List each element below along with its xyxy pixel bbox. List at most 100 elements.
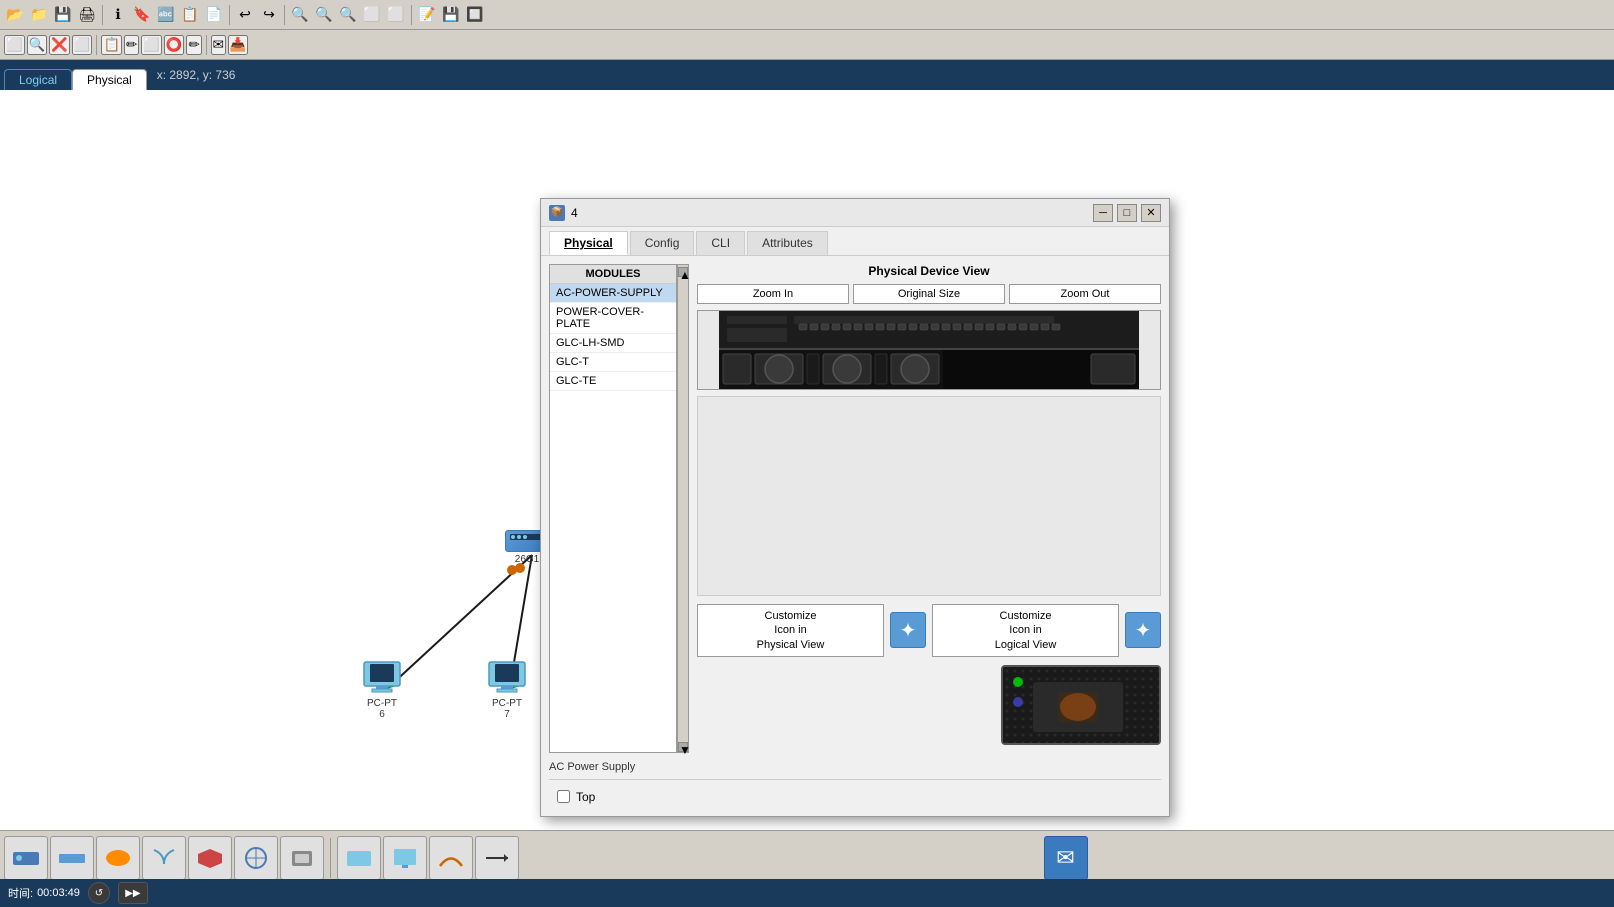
modal-footer: AC Power Supply Top xyxy=(541,761,1169,816)
time-value: 00:03:49 xyxy=(37,887,80,899)
palette-hubs[interactable] xyxy=(96,836,140,880)
device-empty-area xyxy=(697,396,1161,596)
customize-physical-icon[interactable]: ✦ xyxy=(890,612,926,648)
pc6-num: 6 xyxy=(379,709,385,720)
module-glc-t[interactable]: GLC-T xyxy=(550,353,676,372)
device-palette xyxy=(4,836,519,880)
modal-tab-cli[interactable]: CLI xyxy=(696,231,745,255)
zoom-out-btn[interactable]: Zoom Out xyxy=(1009,284,1161,304)
palette-security[interactable] xyxy=(188,836,232,880)
modal-minimize[interactable]: ─ xyxy=(1093,204,1113,222)
customize-logical-icon[interactable]: ✦ xyxy=(1125,612,1161,648)
sep1 xyxy=(102,5,103,25)
zoom-in-btn[interactable]: Zoom In xyxy=(697,284,849,304)
tb-zoom-in[interactable]: 🔍 xyxy=(289,4,311,26)
tb-copy[interactable]: 📋 xyxy=(179,4,201,26)
time-label: 时间: xyxy=(8,885,33,901)
modal-controls: ─ □ ✕ xyxy=(1093,204,1161,222)
tb-bookmark[interactable]: 🔖 xyxy=(131,4,153,26)
module-label: AC Power Supply xyxy=(549,761,1161,773)
modules-panel: MODULES AC-POWER-SUPPLY POWER-COVER-PLAT… xyxy=(549,264,677,753)
tb-info[interactable]: ℹ xyxy=(107,4,129,26)
tb-undo[interactable]: ↩ xyxy=(234,4,256,26)
palette-connections[interactable] xyxy=(475,836,519,880)
modules-header: MODULES xyxy=(550,265,676,284)
scroll-up[interactable]: ▲ xyxy=(678,267,688,277)
tb2-note[interactable]: 📋 xyxy=(101,35,122,55)
modal-body: MODULES AC-POWER-SUPPLY POWER-COVER-PLAT… xyxy=(541,256,1169,761)
module-glc-te[interactable]: GLC-TE xyxy=(550,372,676,391)
palette-wireless[interactable] xyxy=(142,836,186,880)
pc7-label: PC-PT xyxy=(492,698,522,709)
modal-maximize[interactable]: □ xyxy=(1117,204,1137,222)
tb-save[interactable]: 💾 xyxy=(52,4,74,26)
tb2-select[interactable]: ⬜ xyxy=(4,35,25,55)
tb2-pen[interactable]: ✏ xyxy=(186,35,201,55)
canvas-wrapper[interactable]: 26G1 PC-PT 6 xyxy=(0,90,1614,830)
tb-note[interactable]: 📝 xyxy=(416,4,438,26)
time-reset-btn[interactable]: ↺ xyxy=(88,882,110,904)
device-svg xyxy=(719,310,1139,390)
device-pc6[interactable]: PC-PT 6 xyxy=(362,660,402,720)
status-bar: 时间: 00:03:49 ↺ ▶▶ xyxy=(0,879,1614,907)
device-panel-title: Physical Device View xyxy=(697,264,1161,278)
modal-tabs: Physical Config CLI Attributes xyxy=(541,227,1169,256)
sep6 xyxy=(206,35,207,55)
tb2-search[interactable]: 🔍 xyxy=(27,35,48,55)
device-pc7[interactable]: PC-PT 7 xyxy=(487,660,527,720)
sep2 xyxy=(229,5,230,25)
palette-cables[interactable] xyxy=(429,836,473,880)
module-ac-power[interactable]: AC-POWER-SUPPLY xyxy=(550,284,676,303)
original-size-btn[interactable]: Original Size xyxy=(853,284,1005,304)
tb-redo[interactable]: ↪ xyxy=(258,4,280,26)
modal-tab-config[interactable]: Config xyxy=(630,231,695,255)
tb2-rect3[interactable]: ⬜ xyxy=(141,35,162,55)
tab-physical[interactable]: Physical xyxy=(72,69,147,90)
tb2-email[interactable]: ✉ xyxy=(211,35,226,55)
bottom-toolbar: ✉ xyxy=(0,830,1614,885)
tb-open[interactable]: 📁 xyxy=(28,4,50,26)
modal-icon: 📦 xyxy=(549,205,565,221)
tb-text[interactable]: 🔤 xyxy=(155,4,177,26)
palette-routers[interactable] xyxy=(4,836,48,880)
modal-tab-attributes[interactable]: Attributes xyxy=(747,231,828,255)
tb-zoom-out[interactable]: 🔍 xyxy=(337,4,359,26)
tb-save2[interactable]: 💾 xyxy=(440,4,462,26)
tb-print[interactable]: 🖨 xyxy=(76,4,98,26)
sep3 xyxy=(284,5,285,25)
tb-rect2[interactable]: ⬜ xyxy=(385,4,407,26)
tb2-inbox[interactable]: 📥 xyxy=(228,35,249,55)
palette-switches[interactable] xyxy=(50,836,94,880)
modal-tab-physical[interactable]: Physical xyxy=(549,231,628,255)
module-glc-lh[interactable]: GLC-LH-SMD xyxy=(550,334,676,353)
sep4 xyxy=(411,5,412,25)
modal-titlebar-left: 📦 4 xyxy=(549,205,578,221)
scenario-btn[interactable]: ✉ xyxy=(1044,836,1088,880)
modules-scrollbar[interactable]: ▲ ▼ xyxy=(677,264,689,753)
scenario-area: ✉ xyxy=(521,836,1610,880)
customize-logical-btn[interactable]: Customize Icon in Logical View xyxy=(932,604,1119,657)
scroll-down[interactable]: ▼ xyxy=(678,742,688,752)
palette-custom[interactable] xyxy=(280,836,324,880)
modal-close[interactable]: ✕ xyxy=(1141,204,1161,222)
fast-forward-btn[interactable]: ▶▶ xyxy=(118,882,148,904)
tb2-ellipse[interactable]: ⭕ xyxy=(164,35,185,55)
tb2-delete[interactable]: ❌ xyxy=(49,35,70,55)
customize-physical-btn[interactable]: Customize Icon in Physical View xyxy=(697,604,884,657)
tb-rect[interactable]: ⬜ xyxy=(361,4,383,26)
tb-zoom-fit[interactable]: 🔍 xyxy=(313,4,335,26)
star-icon1: ✦ xyxy=(900,618,917,643)
palette-wan[interactable] xyxy=(234,836,278,880)
tab-logical-label: Logical xyxy=(19,73,57,87)
palette-pcs[interactable] xyxy=(383,836,427,880)
palette-pdu[interactable] xyxy=(337,836,381,880)
tb-paste[interactable]: 📄 xyxy=(203,4,225,26)
tb2-inspect[interactable]: ⬜ xyxy=(72,35,93,55)
tab-logical[interactable]: Logical xyxy=(4,69,72,90)
tb-new[interactable]: 📂 xyxy=(4,4,26,26)
device-panel: Physical Device View Zoom In Original Si… xyxy=(697,264,1161,753)
tb-frame[interactable]: 🔲 xyxy=(464,4,486,26)
module-power-cover[interactable]: POWER-COVER-PLATE xyxy=(550,303,676,334)
tb2-draw[interactable]: ✏ xyxy=(124,35,139,55)
top-checkbox[interactable] xyxy=(557,790,570,803)
